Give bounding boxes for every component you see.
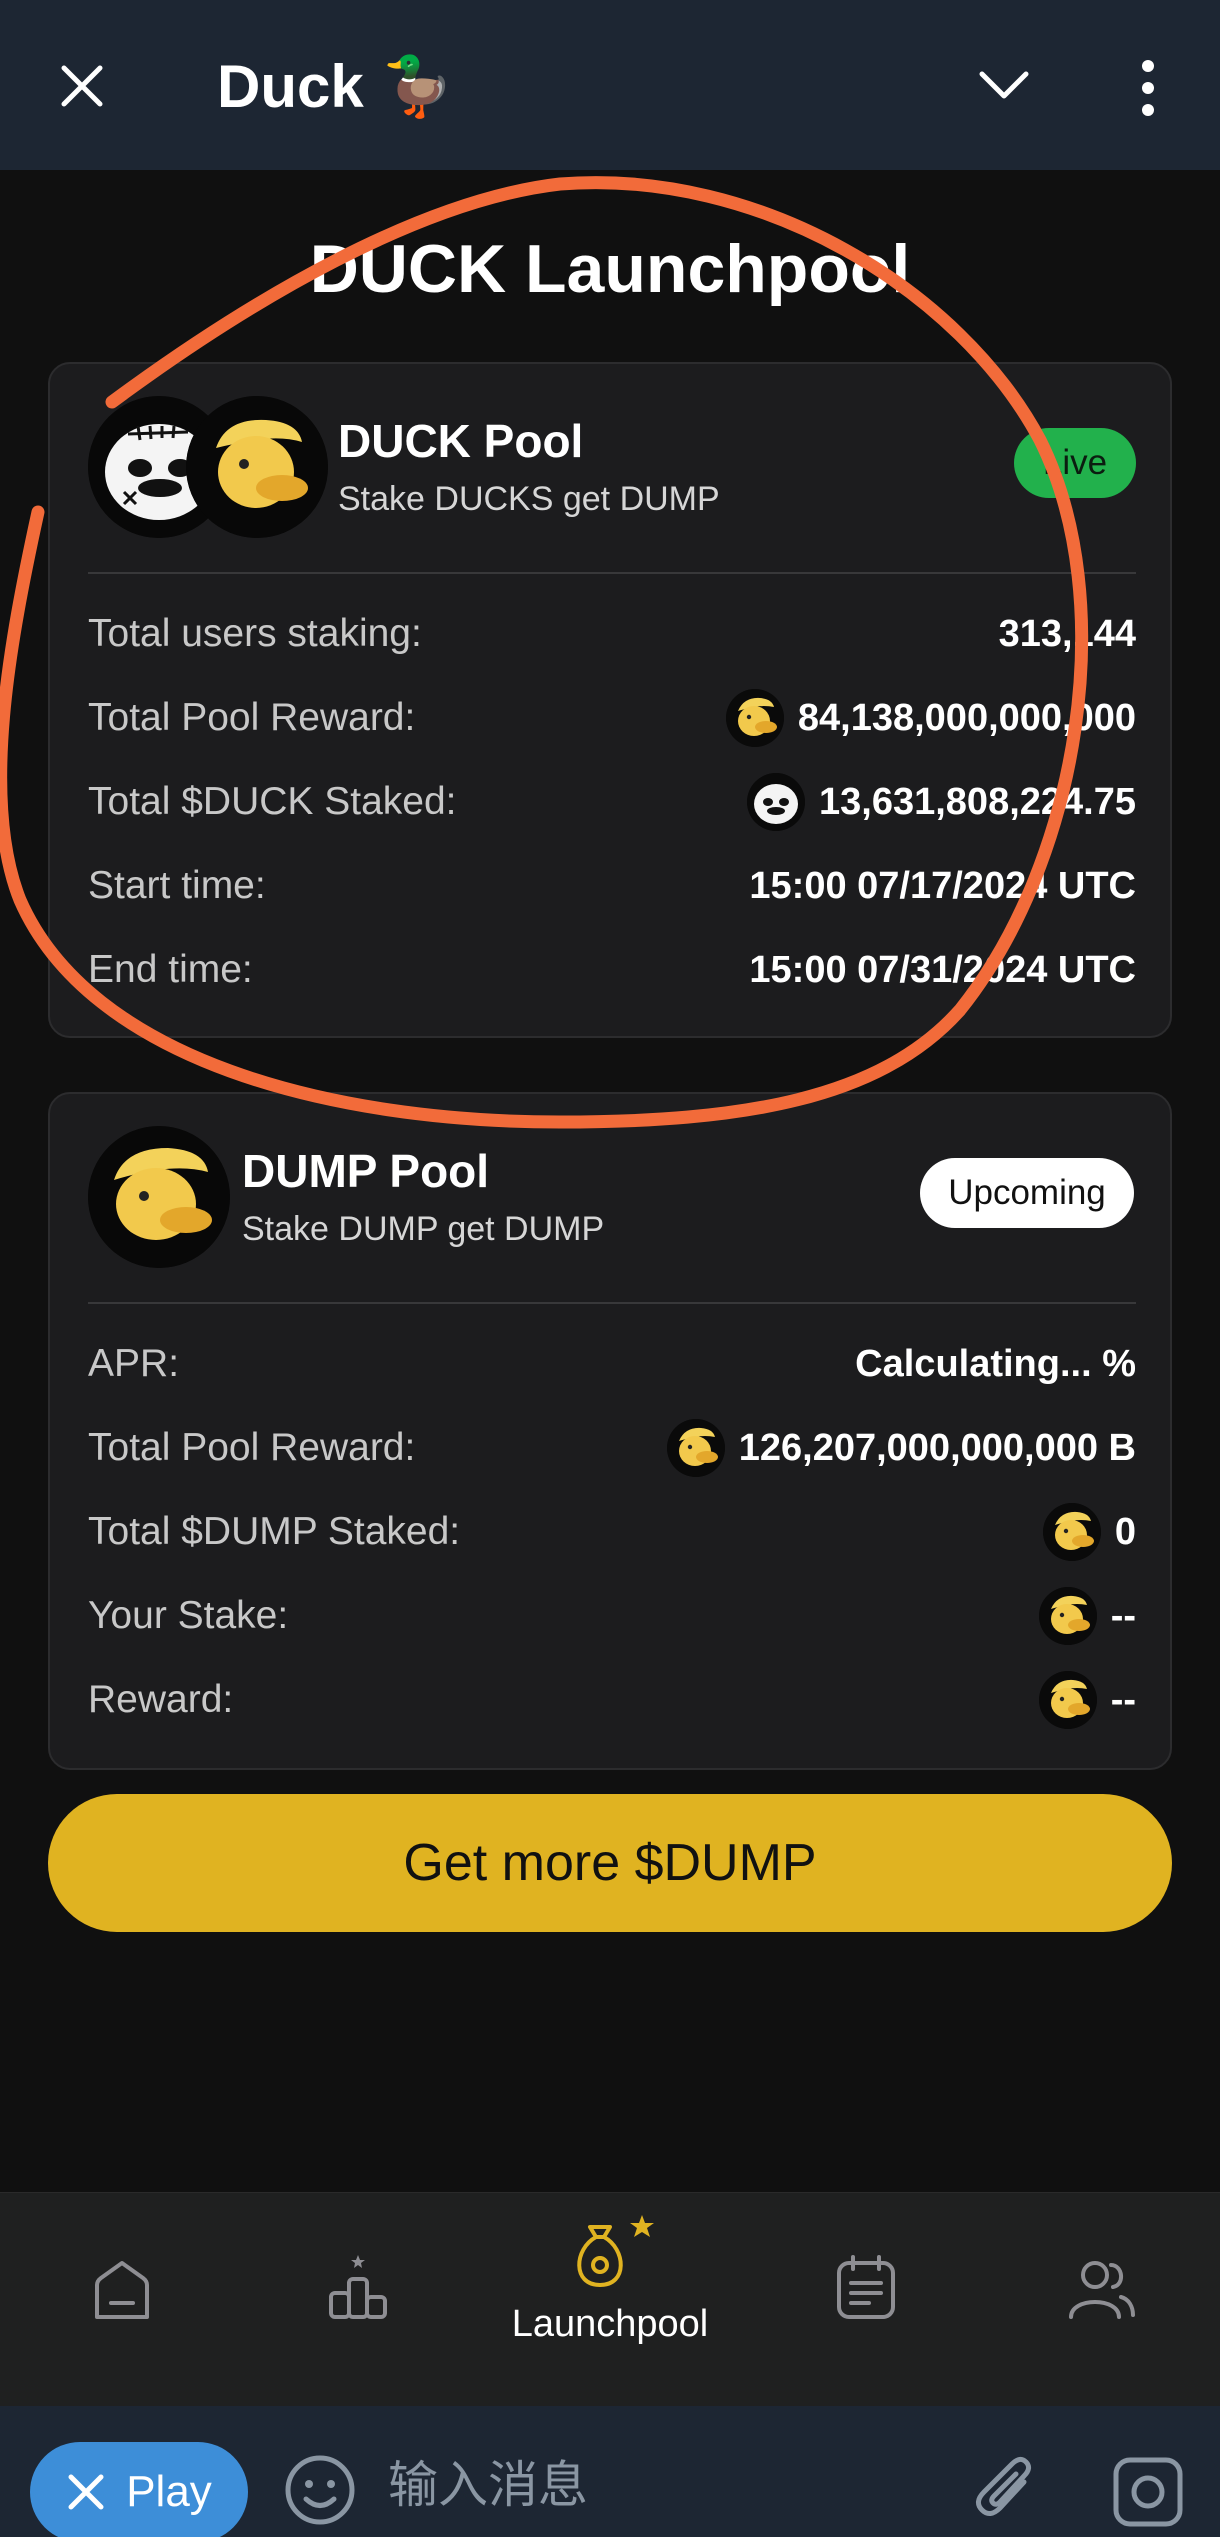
duck-emoji-icon: 🦆 [381, 53, 454, 119]
duck-coin-icon [747, 773, 806, 831]
stat-value-text: -- [1110, 1678, 1136, 1721]
stat-value: 313,144 [999, 613, 1136, 656]
message-input[interactable] [388, 2440, 928, 2530]
nav-home[interactable] [0, 2193, 244, 2407]
leaderboard-icon [329, 2255, 387, 2319]
nav-label: Launchpool [511, 2303, 709, 2345]
stat-value: -- [1038, 1671, 1136, 1729]
nav-leaderboard[interactable] [236, 2193, 480, 2407]
stat-value-text: 15:00 07/31/2024 UTC [749, 948, 1136, 991]
dump-coin-icon [1038, 1587, 1097, 1645]
stat-row-start-time: Start time: 15:00 07/17/2024 UTC [88, 856, 1136, 916]
app-title-text: Duck [217, 53, 364, 120]
dump-token-icon [88, 1126, 230, 1268]
launchpool-screen: DUCK Launchpool DUCK Pool Stake DUCKS ge… [0, 170, 1220, 2192]
home-icon [95, 2261, 149, 2319]
nav-friends[interactable] [980, 2193, 1220, 2407]
money-bag-icon [577, 2215, 654, 2288]
stat-value-text: 13,631,808,224.75 [819, 780, 1136, 823]
stat-value: -- [1038, 1587, 1136, 1645]
emoji-icon[interactable] [284, 2454, 356, 2526]
pool-subtitle: Stake DUCKS get DUMP [338, 480, 720, 518]
stat-label: Total Pool Reward: [88, 696, 416, 739]
dump-pool-card[interactable]: DUMP Pool Stake DUMP get DUMP Upcoming A… [48, 1092, 1172, 1770]
stat-label: Your Stake: [88, 1594, 289, 1637]
stat-row-pool-reward: Total Pool Reward: 126,207,000,000,000 B [88, 1418, 1136, 1478]
pool-name: DUCK Pool [338, 415, 584, 467]
dump-token-icon [186, 396, 328, 538]
stat-value: 15:00 07/17/2024 UTC [749, 865, 1136, 908]
status-badge: Live [1014, 428, 1136, 498]
stat-row-dump-staked: Total $DUMP Staked: 0 [88, 1502, 1136, 1562]
stat-value-text: 0 [1114, 1510, 1136, 1553]
stat-row-users: Total users staking: 313,144 [88, 604, 1136, 664]
divider [88, 1302, 1136, 1304]
stat-value-text: -- [1110, 1594, 1136, 1637]
dump-token-avatar [88, 1126, 230, 1268]
dump-token-avatar [186, 396, 328, 538]
stat-value-text: 313,144 [998, 612, 1136, 655]
stat-label: End time: [88, 948, 253, 991]
duck-pool-card[interactable]: DUCK Pool Stake DUCKS get DUMP Live Tota… [48, 362, 1172, 1038]
stat-label: APR: [88, 1342, 180, 1385]
stat-value-text: 15:00 07/17/2024 UTC [749, 864, 1136, 907]
camera-icon[interactable] [1112, 2456, 1184, 2528]
stat-label: Total $DUMP Staked: [88, 1510, 461, 1553]
stat-label: Total users staking: [88, 612, 422, 655]
stat-row-end-time: End time: 15:00 07/31/2024 UTC [88, 940, 1136, 1000]
divider [88, 572, 1136, 574]
app-title: Duck 🦆 [217, 52, 454, 121]
stat-row-duck-staked: Total $DUCK Staked: 13,631,808,224.75 [88, 772, 1136, 832]
dump-coin-icon [725, 689, 784, 747]
nav-tasks[interactable] [744, 2193, 988, 2407]
stat-value: 0 [1042, 1503, 1136, 1561]
stat-value: 15:00 07/31/2024 UTC [749, 949, 1136, 992]
close-icon [68, 2474, 104, 2510]
tasks-icon [837, 2255, 895, 2319]
bottom-navigation: Launchpool [0, 2192, 1220, 2406]
stat-value: 126,207,000,000,000 B [666, 1419, 1136, 1477]
stat-row-apr: APR: Calculating... % [88, 1334, 1136, 1394]
page-title: DUCK Launchpool [309, 231, 911, 307]
play-label: Play [126, 2467, 212, 2516]
stat-value: Calculating... % [855, 1343, 1136, 1386]
status-badge: Upcoming [920, 1158, 1134, 1228]
stat-row-pool-reward: Total Pool Reward: 84,138,000,000,000 [88, 688, 1136, 748]
stat-value: 13,631,808,224.75 [747, 773, 1136, 831]
dump-coin-icon [1038, 1671, 1097, 1729]
nav-launchpool[interactable]: Launchpool [488, 2193, 732, 2407]
stat-row-reward: Reward: -- [88, 1670, 1136, 1730]
stat-value-text: Calculating... % [855, 1342, 1136, 1385]
close-icon[interactable] [58, 62, 106, 110]
friends-icon [1069, 2261, 1135, 2319]
message-input-bar: Play [0, 2406, 1220, 2537]
more-menu-icon[interactable] [1133, 58, 1163, 118]
stat-row-your-stake: Your Stake: -- [88, 1586, 1136, 1646]
telegram-header: Duck 🦆 [0, 0, 1220, 170]
dump-coin-icon [666, 1419, 725, 1477]
stat-value-text: 84,138,000,000,000 [797, 696, 1136, 739]
stat-label: Total $DUCK Staked: [88, 780, 457, 823]
stat-label: Start time: [88, 864, 266, 907]
pool-subtitle: Stake DUMP get DUMP [242, 1210, 605, 1248]
dump-coin-icon [1042, 1503, 1101, 1561]
play-button[interactable]: Play [30, 2442, 248, 2537]
pool-name: DUMP Pool [242, 1145, 490, 1197]
chevron-down-icon[interactable] [978, 68, 1030, 104]
stat-value: 84,138,000,000,000 [725, 689, 1136, 747]
stat-value-text: 126,207,000,000,000 B [738, 1426, 1136, 1469]
get-more-dump-button[interactable]: Get more $DUMP [48, 1794, 1172, 1932]
stat-label: Total Pool Reward: [88, 1426, 416, 1469]
stat-label: Reward: [88, 1678, 234, 1721]
attach-icon[interactable] [972, 2452, 1038, 2528]
